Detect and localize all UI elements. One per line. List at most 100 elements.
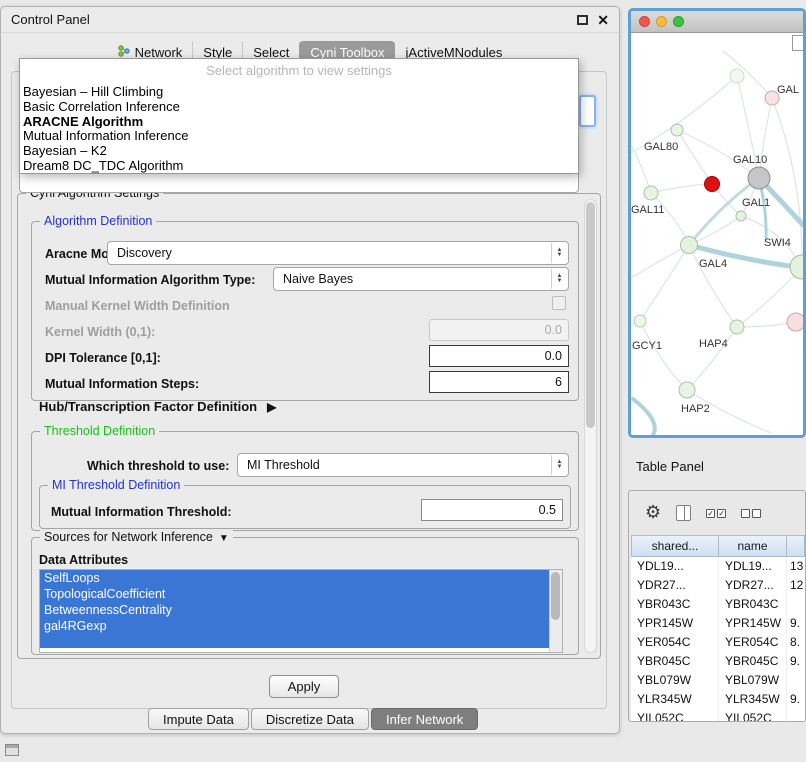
dpi-tolerance-field[interactable]: 0.0 <box>429 345 569 367</box>
network-edge[interactable] <box>640 245 689 321</box>
network-node[interactable] <box>790 255 803 279</box>
network-graph: GALGAL80GAL10GAL11GAL1SWI4GAL4GCY1HAP4HA… <box>631 33 803 435</box>
empty-checks-icon[interactable] <box>741 509 761 518</box>
table-cell: YDR27... <box>631 576 719 595</box>
table-cell: YIL052C <box>631 709 719 722</box>
table-row[interactable]: YPR145WYPR145W9. <box>631 614 805 633</box>
algorithm-option-bayesian-k2[interactable]: Bayesian – K2 <box>20 144 578 159</box>
network-edge[interactable] <box>689 178 759 245</box>
focused-spinner-fragment[interactable] <box>579 95 596 127</box>
network-edge[interactable] <box>772 98 802 255</box>
table-row[interactable]: YER054CYER054C8. <box>631 633 805 652</box>
docked-panel-icon[interactable] <box>5 744 19 756</box>
table-cell <box>787 595 805 614</box>
apply-button[interactable]: Apply <box>269 675 339 698</box>
column-header-name[interactable]: name <box>719 535 787 557</box>
combo-stepper-icon: ▲▼ <box>551 455 567 475</box>
network-node[interactable] <box>681 237 698 254</box>
table-row[interactable]: YBL079WYBL079W <box>631 671 805 690</box>
table-cell: 13 <box>787 557 805 576</box>
list-scrollbar-thumb[interactable] <box>551 572 560 620</box>
network-edge[interactable] <box>640 321 687 390</box>
network-edge[interactable] <box>759 98 772 178</box>
network-node[interactable] <box>634 315 646 327</box>
network-canvas[interactable]: GALGAL80GAL10GAL11GAL1SWI4GAL4GCY1HAP4HA… <box>631 33 803 435</box>
mi-type-combo[interactable]: Naive Bayes ▲▼ <box>273 267 569 291</box>
algorithm-option-mutual-information-inference[interactable]: Mutual Information Inference <box>20 129 578 144</box>
manual-kernel-checkbox[interactable] <box>552 296 566 310</box>
birdseye-toggle[interactable] <box>792 35 804 51</box>
minimize-traffic-light-icon[interactable] <box>656 16 667 27</box>
table-cell: YBR045C <box>631 652 719 671</box>
attr-items: SelfLoopsTopologicalCoefficientBetweenne… <box>40 570 549 648</box>
network-edge[interactable] <box>631 245 689 278</box>
network-node[interactable] <box>705 177 720 192</box>
bottom-tab-discretize-data[interactable]: Discretize Data <box>251 708 369 730</box>
bottom-tab-impute-data[interactable]: Impute Data <box>148 708 249 730</box>
network-edge[interactable] <box>633 399 655 435</box>
kernel-width-field[interactable]: 0.0 <box>429 319 569 341</box>
attribute-item-partial[interactable] <box>40 634 549 648</box>
close-icon[interactable]: ✕ <box>597 13 609 27</box>
settings-scrollbar[interactable] <box>584 199 597 653</box>
zoom-traffic-light-icon[interactable] <box>673 16 684 27</box>
table-cell: YBR043C <box>719 595 787 614</box>
gear-icon[interactable]: ⚙ <box>645 504 661 522</box>
table-row[interactable]: YBR043CYBR043C <box>631 595 805 614</box>
table-cell <box>787 709 805 722</box>
mi-steps-field[interactable]: 6 <box>429 371 569 393</box>
columns-icon[interactable] <box>676 505 691 521</box>
network-edge[interactable] <box>687 327 737 390</box>
table-row[interactable]: YDL19...YDL19...13 <box>631 557 805 576</box>
manual-kernel-label: Manual Kernel Width Definition <box>45 299 230 313</box>
algorithm-option-basic-correlation-inference[interactable]: Basic Correlation Inference <box>20 100 578 115</box>
column-header-shared-[interactable]: shared... <box>631 535 719 557</box>
algorithm-dropdown-popup: Select algorithm to view settings Bayesi… <box>19 58 579 174</box>
collapsed-arrow-icon[interactable]: ▶ <box>267 400 276 414</box>
attribute-item-topologicalcoefficient[interactable]: TopologicalCoefficient <box>40 586 549 602</box>
network-edge[interactable] <box>651 193 689 245</box>
data-attributes-list[interactable]: SelfLoopsTopologicalCoefficientBetweenne… <box>39 569 563 653</box>
expanded-arrow-icon[interactable]: ▼ <box>219 533 229 544</box>
list-scrollbar[interactable] <box>549 570 562 652</box>
sources-group-title[interactable]: Sources for Network Inference▼ <box>40 530 233 544</box>
table-row[interactable]: YBR045CYBR045C9. <box>631 652 805 671</box>
column-header-2[interactable] <box>787 535 805 557</box>
network-node[interactable] <box>644 186 658 200</box>
select-checks-icon[interactable]: ✓✓ <box>706 509 726 518</box>
network-node[interactable] <box>787 313 803 331</box>
network-edge[interactable] <box>651 184 712 193</box>
algorithm-definition-title: Algorithm Definition <box>40 214 156 228</box>
bottom-tab-infer-network[interactable]: Infer Network <box>371 708 478 730</box>
attribute-item-selfloops[interactable]: SelfLoops <box>40 570 549 586</box>
algorithm-option-aracne-algorithm[interactable]: ARACNE Algorithm <box>20 115 578 130</box>
network-node[interactable] <box>748 167 770 189</box>
node-label-gal10: GAL10 <box>733 154 767 166</box>
table-cell: YLR345W <box>719 690 787 709</box>
network-node[interactable] <box>730 320 744 334</box>
attribute-item-gal4rgexp[interactable]: gal4RGexp <box>40 618 549 634</box>
which-threshold-combo[interactable]: MI Threshold ▲▼ <box>237 453 569 477</box>
network-node[interactable] <box>671 124 683 136</box>
algorithm-option-dream8-dc-tdc-algorithm[interactable]: Dream8 DC_TDC Algorithm <box>20 159 578 174</box>
mi-steps-value: 6 <box>555 375 562 389</box>
scrollbar-thumb[interactable] <box>586 202 595 428</box>
network-window-titlebar[interactable] <box>631 11 803 33</box>
table-row[interactable]: YDR27...YDR27...12 <box>631 576 805 595</box>
kernel-width-label: Kernel Width (0,1): <box>45 325 155 339</box>
table-toolbar: ⚙ ✓✓ <box>629 491 805 535</box>
mi-threshold-value: 0.5 <box>539 503 556 517</box>
float-window-icon[interactable] <box>577 15 588 25</box>
algorithm-option-bayesian-hill-climbing[interactable]: Bayesian – Hill Climbing <box>20 85 578 100</box>
table-row[interactable]: YIL052CYIL052C <box>631 709 805 722</box>
hub-definition-toggle[interactable]: Hub/Transcription Factor Definition▶ <box>39 399 276 414</box>
close-traffic-light-icon[interactable] <box>639 16 650 27</box>
aracne-mode-combo[interactable]: Discovery ▲▼ <box>107 241 569 265</box>
network-node[interactable] <box>730 69 744 83</box>
network-node[interactable] <box>736 211 746 221</box>
mi-threshold-field[interactable]: 0.5 <box>421 499 563 521</box>
table-row[interactable]: YLR345WYLR345W9. <box>631 690 805 709</box>
window-buttons: ✕ <box>577 13 609 27</box>
attribute-item-betweennesscentrality[interactable]: BetweennessCentrality <box>40 602 549 618</box>
network-node[interactable] <box>679 382 695 398</box>
